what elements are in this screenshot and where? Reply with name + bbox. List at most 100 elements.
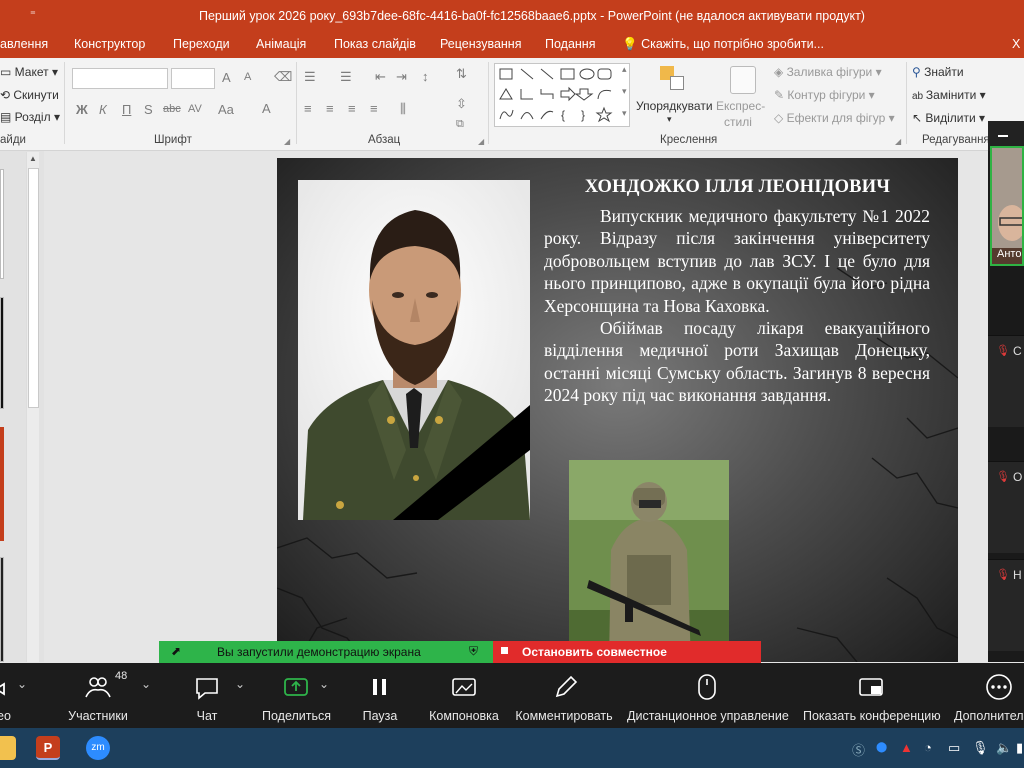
minimize-icon[interactable] [998, 135, 1008, 137]
file-explorer-icon[interactable] [0, 736, 16, 760]
tell-me-box[interactable]: 💡 Скажіть, що потрібно зробити... [622, 37, 824, 52]
biography-text[interactable]: Випускник медичного факультету №1 2022 р… [544, 205, 930, 407]
soldier-name[interactable]: ХОНДОЖКО ІЛЛЯ ЛЕОНІДОВИЧ [545, 177, 930, 198]
tab-view[interactable]: Подання [545, 37, 595, 51]
field-photo[interactable] [569, 460, 729, 662]
bullets-icon[interactable]: ☰ [304, 69, 316, 85]
quick-styles-button-line2[interactable]: стилі [724, 115, 752, 129]
show-conference-button[interactable]: Показать конференцию [803, 671, 941, 723]
video-options-chevron-icon[interactable]: ⌄ [17, 677, 27, 691]
line-spacing-icon[interactable]: ↕ [422, 69, 429, 84]
thumbnail-scrollbar[interactable]: ▲ [26, 152, 39, 662]
skype-tray-icon[interactable]: Ⓢ [852, 740, 865, 759]
align-text-icon[interactable]: ⇳ [456, 96, 467, 112]
shrink-font-icon[interactable]: A [244, 71, 251, 83]
shape-fill-button[interactable]: ◈ Заливка фігури ▾ [774, 65, 882, 79]
shape-outline-button[interactable]: ✎ Контур фігури ▾ [774, 88, 875, 102]
tab-animations[interactable]: Анімація [256, 37, 306, 51]
powerpoint-taskbar-icon[interactable]: P [36, 736, 60, 760]
clear-format-icon[interactable]: ⌫ [274, 69, 292, 85]
slide-thumbnail-selected[interactable] [0, 427, 4, 541]
gallery-scroll-up-icon[interactable]: ▴ [622, 64, 627, 75]
change-case-button[interactable]: Aa [218, 102, 234, 117]
slide-canvas[interactable]: ХОНДОЖКО ІЛЛЯ ЛЕОНІДОВИЧ Випускник медич… [277, 158, 958, 662]
font-color-button[interactable]: A [262, 101, 271, 116]
slide-thumbnail[interactable] [0, 557, 4, 662]
arrange-button[interactable]: Упорядкувати [636, 99, 713, 113]
scroll-up-icon[interactable]: ▲ [29, 154, 37, 163]
slide-thumbnail[interactable] [0, 297, 4, 409]
font-size-combo[interactable] [171, 68, 215, 89]
quick-styles-button-line1[interactable]: Експрес- [716, 99, 765, 113]
grow-font-icon[interactable]: A [222, 70, 231, 85]
shape-effects-button[interactable]: ◇ Ефекти для фігур ▾ [774, 111, 895, 125]
strikethrough-button[interactable]: abc [163, 103, 181, 115]
shadow-button[interactable]: S [144, 102, 153, 117]
text-direction-icon[interactable]: ⇅ [456, 66, 467, 82]
drawing-dialog-launcher-icon[interactable]: ◢ [895, 137, 901, 146]
smartart-icon[interactable]: ⧉ [456, 118, 464, 131]
numbering-icon[interactable]: ☰ [340, 69, 352, 85]
gallery-scroll-down-icon[interactable]: ▾ [622, 86, 627, 97]
participant-video[interactable]: Анто [990, 146, 1024, 266]
participant-tile[interactable]: 🎙 О [988, 461, 1024, 553]
screen-share-status-bar[interactable]: ⬈ Вы запустили демонстрацию экрана ⛨ [159, 641, 493, 663]
portrait-photo[interactable] [298, 180, 530, 520]
tab-design[interactable]: Конструктор [74, 37, 145, 51]
remote-control-button[interactable]: Дистанционное управление [627, 671, 789, 723]
arrange-icon[interactable] [660, 66, 688, 94]
font-dialog-launcher-icon[interactable]: ◢ [284, 137, 290, 146]
battery-tray-icon[interactable]: ▮ [1016, 740, 1023, 756]
pause-share-button[interactable]: Пауза [360, 671, 400, 723]
align-center-icon[interactable]: ≡ [326, 101, 334, 116]
tab-insert[interactable]: авлення [0, 37, 48, 51]
tab-review[interactable]: Рецензування [440, 37, 521, 51]
participants-options-chevron-icon[interactable]: ⌄ [141, 677, 151, 691]
chat-button[interactable]: Чат [187, 671, 227, 723]
select-button[interactable]: ↖ Виділити ▾ [912, 111, 985, 125]
participant-tile[interactable]: 🎙 Н [988, 559, 1024, 651]
stop-share-button[interactable]: Остановить совместное использование [493, 641, 761, 673]
microphone-tray-icon[interactable]: 🎙 [972, 740, 989, 756]
display-tray-icon[interactable]: ▭ [948, 740, 960, 756]
annotate-button[interactable]: Комментировать [515, 671, 613, 723]
reset-button[interactable]: ⟲ Скинути [0, 88, 59, 102]
tab-transitions[interactable]: Переходи [173, 37, 230, 51]
gallery-more-icon[interactable]: ▾ [622, 108, 627, 119]
italic-button[interactable]: К [99, 102, 107, 117]
shapes-gallery[interactable]: {} [494, 63, 630, 127]
decrease-indent-icon[interactable]: ⇤ [375, 69, 386, 85]
adobe-tray-icon[interactable]: ▲ [900, 740, 913, 755]
align-right-icon[interactable]: ≡ [348, 101, 356, 116]
quick-styles-icon[interactable] [730, 66, 756, 94]
zoom-tray-icon[interactable]: ⬤ [876, 742, 887, 753]
columns-icon[interactable]: ⫼ [400, 101, 406, 117]
participant-tile[interactable]: 🎙 С [988, 335, 1024, 427]
slide-thumbnail[interactable] [0, 169, 4, 279]
justify-icon[interactable]: ≡ [370, 101, 378, 116]
align-left-icon[interactable]: ≡ [304, 101, 312, 116]
chat-options-chevron-icon[interactable]: ⌄ [235, 677, 245, 691]
section-button[interactable]: ▤ Розділ ▾ [0, 110, 60, 124]
replace-button[interactable]: ab Замінити ▾ [912, 88, 986, 102]
increase-indent-icon[interactable]: ⇥ [396, 69, 407, 85]
char-spacing-button[interactable]: AV [188, 103, 202, 115]
find-button[interactable]: ⚲ Знайти [912, 65, 964, 79]
zoom-taskbar-icon[interactable]: zm [86, 736, 110, 760]
scrollbar-thumb[interactable] [28, 168, 39, 408]
underline-button[interactable]: П [122, 102, 131, 117]
volume-tray-icon[interactable]: 🔈 [996, 740, 1012, 756]
tab-overflow[interactable]: Х [1012, 37, 1020, 51]
network-tray-icon[interactable]: ◔ [924, 740, 932, 755]
share-options-chevron-icon[interactable]: ⌄ [319, 677, 329, 691]
bold-button[interactable]: Ж [76, 102, 88, 117]
layout-button[interactable]: ▭ Макет ▾ [0, 65, 58, 79]
font-name-combo[interactable] [72, 68, 168, 89]
participants-button[interactable]: 48 Участники [68, 670, 128, 723]
more-button[interactable]: Дополнител [954, 671, 1024, 723]
paragraph-dialog-launcher-icon[interactable]: ◢ [478, 137, 484, 146]
video-button[interactable]: ео [0, 671, 14, 723]
tab-slide-show[interactable]: Показ слайдів [334, 37, 416, 51]
arrange-dropdown-icon[interactable]: ▾ [667, 114, 672, 125]
layout-button[interactable]: Компоновка [428, 671, 500, 723]
